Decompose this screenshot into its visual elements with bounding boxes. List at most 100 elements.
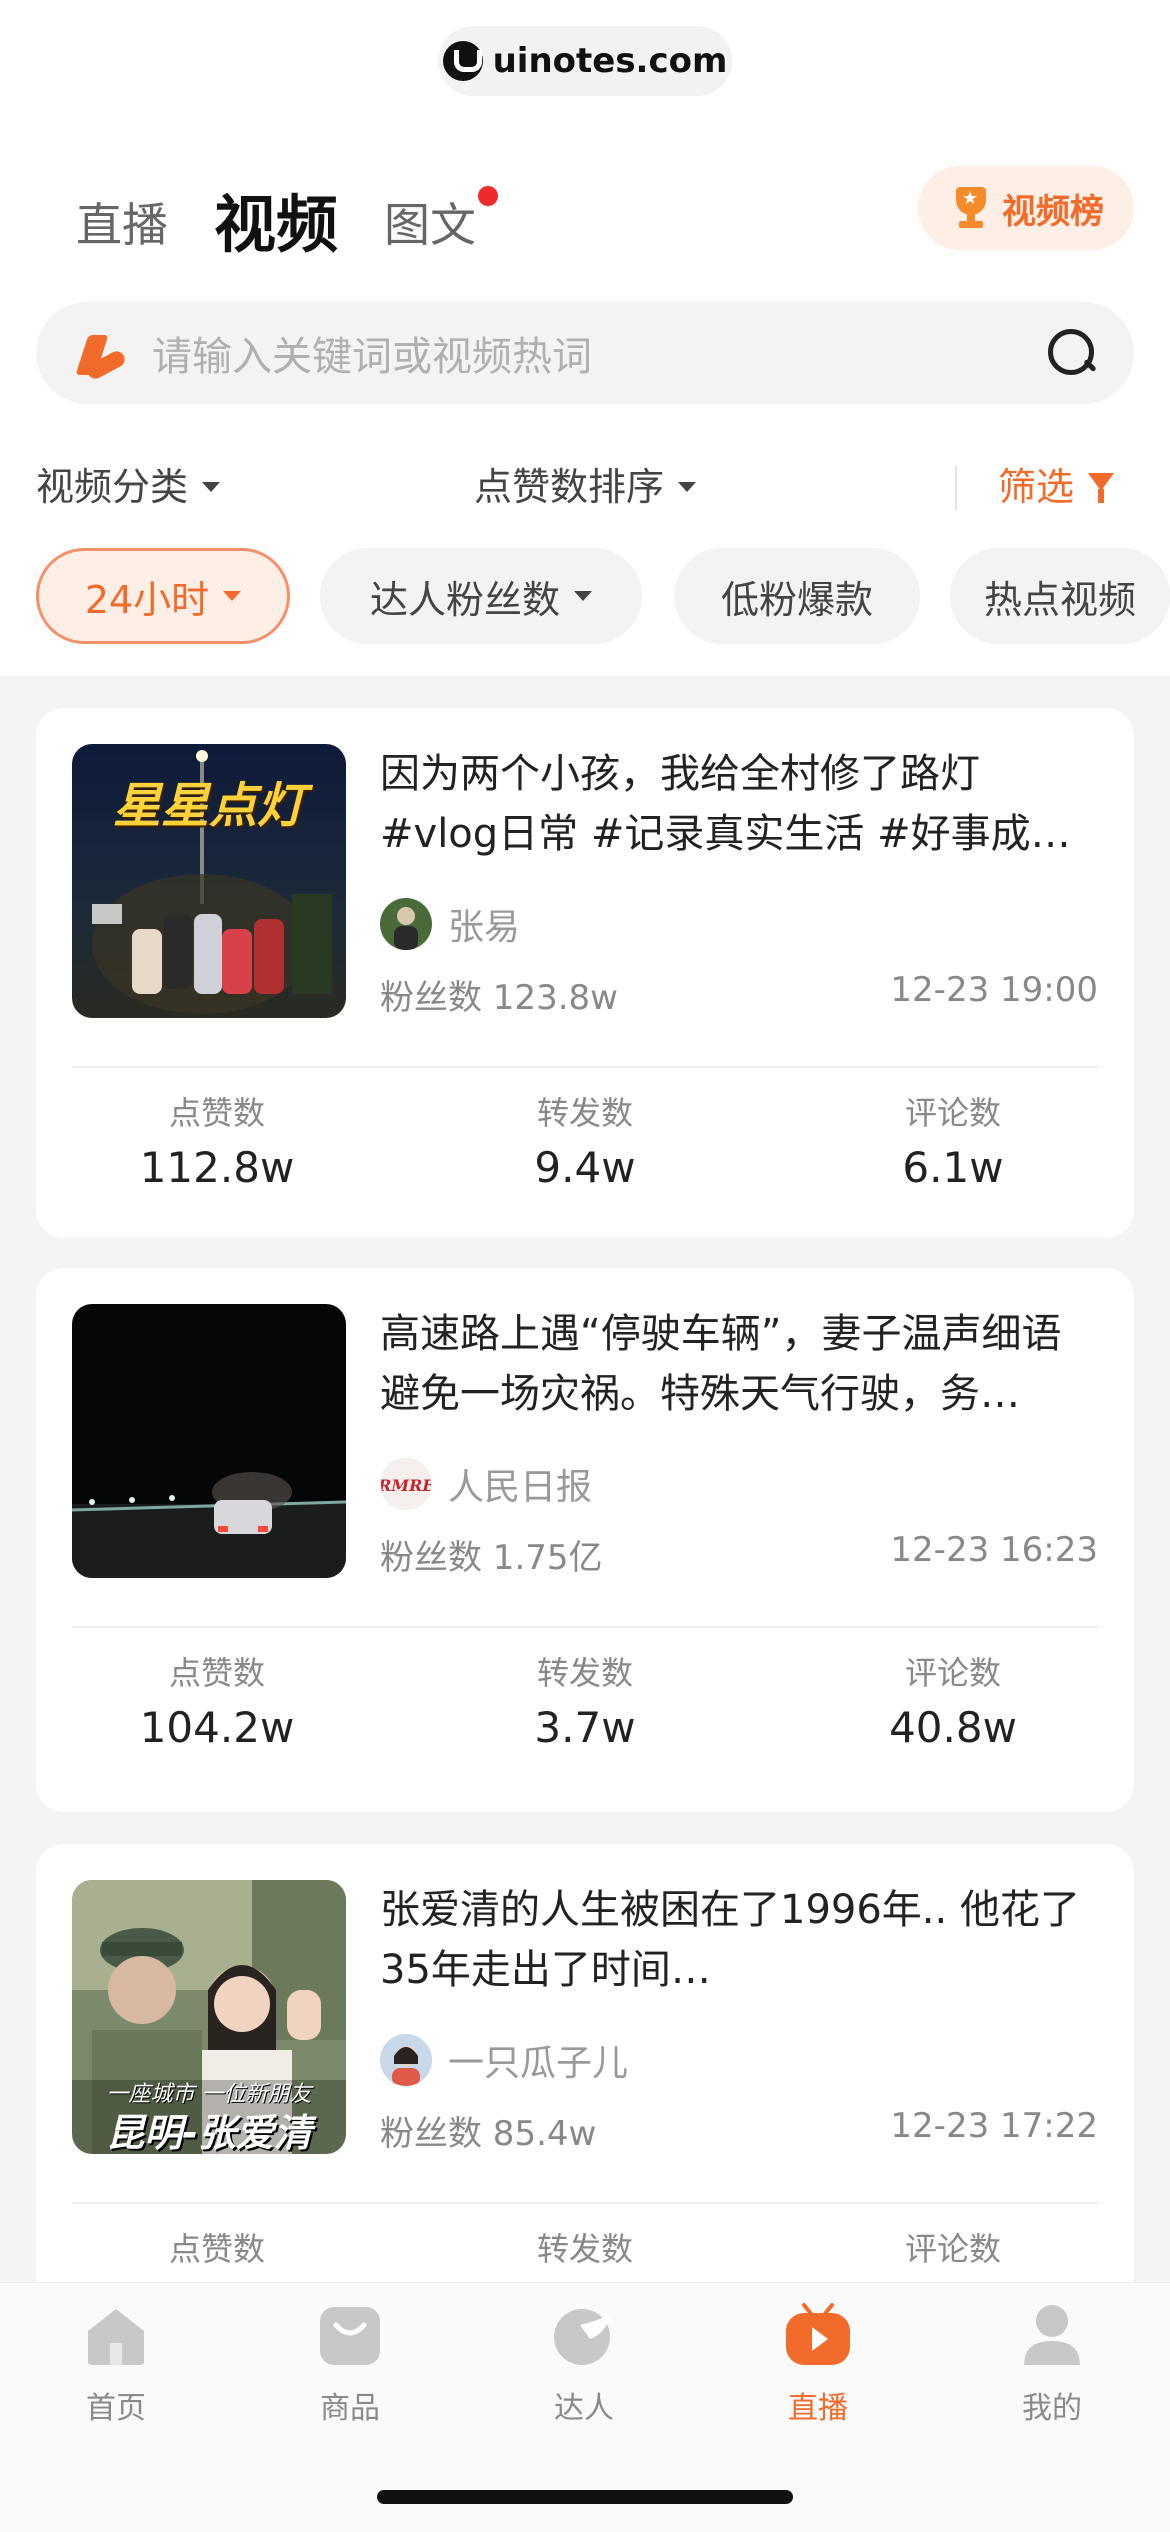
nav-products-label: 商品 <box>320 2391 380 2426</box>
chip-low-fans-hits[interactable]: 低粉爆款 <box>674 548 920 644</box>
avatar <box>380 2034 432 2086</box>
search-input[interactable]: 请输入关键词或视频热词 <box>152 324 1046 382</box>
video-rank-label: 视频榜 <box>1002 191 1104 232</box>
chip-label: 低粉爆款 <box>720 577 873 622</box>
trophy-icon: ★ <box>948 185 994 231</box>
video-card[interactable]: 高速路上遇“停驶车辆”，妻子温声细语避免一场灾祸。特殊天气行驶，务… RMRB … <box>36 1268 1134 1812</box>
home-indicator[interactable] <box>377 2490 793 2504</box>
author-name: 人民日报 <box>448 1467 593 1508</box>
stat-comments: 评论数 6.1w <box>803 1092 1103 1198</box>
tab-video[interactable]: 视频 <box>214 190 338 260</box>
caret-down-icon <box>678 482 697 492</box>
thumbnail-caption: 星星点灯 <box>112 778 305 834</box>
author-name: 张易 <box>448 907 521 948</box>
sort-label: 点赞数排序 <box>474 465 665 509</box>
tab-image-text[interactable]: 图文 <box>384 186 499 260</box>
watermark-text: uinotes.com <box>492 41 728 81</box>
video-thumbnail[interactable] <box>72 1304 346 1578</box>
divider <box>72 2202 1098 2204</box>
home-icon <box>88 2309 144 2365</box>
search-bar[interactable]: 请输入关键词或视频热词 <box>36 302 1134 404</box>
stat-value: 40.8w <box>889 1703 1017 1752</box>
chip-24h[interactable]: 24小时 <box>36 548 290 644</box>
stat-label: 转发数 <box>536 2230 633 2268</box>
author-row[interactable]: 一只瓜子儿 <box>380 2034 628 2086</box>
stat-label: 点赞数 <box>168 1654 265 1692</box>
caret-down-icon <box>202 482 221 492</box>
svg-text:RMRB: RMRB <box>381 1476 432 1495</box>
stat-value: 6.1w <box>902 1143 1004 1192</box>
divider <box>955 466 957 510</box>
publish-time: 12-23 16:23 <box>890 1530 1098 1570</box>
live-tv-icon <box>786 2303 850 2365</box>
avatar <box>380 898 432 950</box>
divider <box>72 1626 1098 1628</box>
uinotes-logo-icon <box>442 41 483 81</box>
search-icon[interactable] <box>1046 327 1098 379</box>
nav-home-label: 首页 <box>86 2391 146 2426</box>
chip-creator-fans[interactable]: 达人粉丝数 <box>320 548 642 644</box>
nav-live-label: 直播 <box>788 2391 848 2426</box>
video-thumbnail-image <box>72 1304 346 1578</box>
nav-me-label: 我的 <box>1022 2391 1082 2426</box>
stat-shares: 转发数 <box>435 2228 735 2274</box>
stat-comments: 评论数 40.8w <box>803 1652 1103 1758</box>
stat-comments: 评论数 <box>803 2228 1103 2274</box>
publish-time: 12-23 19:00 <box>890 970 1098 1010</box>
stat-label: 评论数 <box>904 1654 1001 1692</box>
video-thumbnail[interactable]: 一座城市 一位新朋友 昆明-张爱清 <box>72 1880 346 2154</box>
video-card[interactable]: 星星点灯 因为两个小孩，我给全村修了路灯 #vlog日常 #记录真实生活 #好事… <box>36 708 1134 1238</box>
stat-value: 3.7w <box>534 1703 636 1752</box>
notification-dot <box>478 186 499 206</box>
avatar: RMRB <box>380 1458 432 1510</box>
stat-likes: 点赞数 <box>67 2228 367 2274</box>
chip-label: 达人粉丝数 <box>369 577 560 622</box>
fan-count: 粉丝数 85.4w <box>380 2114 597 2154</box>
author-row[interactable]: 张易 <box>380 898 520 950</box>
chip-hot-videos[interactable]: 热点视频 <box>950 548 1170 644</box>
nav-me[interactable]: 我的 <box>972 2303 1132 2427</box>
video-thumbnail[interactable]: 星星点灯 <box>72 744 346 1018</box>
chip-label: 热点视频 <box>983 577 1136 622</box>
thumbnail-caption-bottom: 昆明-张爱清 <box>106 2111 312 2154</box>
stat-value: 9.4w <box>534 1143 636 1192</box>
category-dropdown[interactable]: 视频分类 <box>36 452 221 522</box>
author-row[interactable]: RMRB 人民日报 <box>380 1458 592 1510</box>
stat-label: 点赞数 <box>168 1094 265 1132</box>
stat-label: 转发数 <box>536 1654 633 1692</box>
nav-live[interactable]: 直播 <box>738 2303 898 2427</box>
nav-creators[interactable]: 达人 <box>504 2303 664 2427</box>
video-title[interactable]: 张爱清的人生被困在了1996年.. 他花了35年走出了时间… <box>380 1880 1100 2000</box>
fan-count: 粉丝数 1.75亿 <box>380 1538 603 1578</box>
stat-value: 104.2w <box>139 1703 295 1752</box>
nav-products[interactable]: 商品 <box>270 2303 430 2427</box>
caret-down-icon <box>574 591 592 601</box>
nav-creators-label: 达人 <box>554 2391 614 2426</box>
video-rank-button[interactable]: ★ 视频榜 <box>918 166 1134 250</box>
nav-home[interactable]: 首页 <box>36 2303 196 2427</box>
sort-dropdown[interactable]: 点赞数排序 <box>474 452 697 522</box>
stat-value: 112.8w <box>139 1143 295 1192</box>
stat-shares: 转发数 3.7w <box>435 1652 735 1758</box>
stat-label: 评论数 <box>904 1094 1001 1132</box>
category-label: 视频分类 <box>36 465 189 509</box>
bag-icon <box>320 2307 380 2365</box>
filter-button[interactable]: 筛选 <box>998 452 1115 522</box>
funnel-icon <box>1088 471 1115 503</box>
author-name: 一只瓜子儿 <box>448 2043 629 2084</box>
filter-label: 筛选 <box>998 465 1075 509</box>
stat-likes: 点赞数 104.2w <box>67 1652 367 1758</box>
chip-label: 24小时 <box>84 577 210 622</box>
video-title[interactable]: 因为两个小孩，我给全村修了路灯 #vlog日常 #记录真实生活 #好事成… <box>380 744 1100 864</box>
publish-time: 12-23 17:22 <box>890 2106 1098 2146</box>
stat-label: 转发数 <box>536 1094 633 1132</box>
stat-label: 点赞数 <box>168 2230 265 2268</box>
content-type-tabs: 直播 视频 图文 <box>76 170 499 260</box>
filter-row: 视频分类 点赞数排序 筛选 <box>0 452 1170 522</box>
video-title[interactable]: 高速路上遇“停驶车辆”，妻子温声细语避免一场灾祸。特殊天气行驶，务… <box>380 1304 1100 1424</box>
brand-logo-icon <box>80 329 128 377</box>
creator-icon <box>554 2309 610 2365</box>
tab-live[interactable]: 直播 <box>76 190 168 260</box>
tab-image-text-label: 图文 <box>384 198 477 252</box>
stat-shares: 转发数 9.4w <box>435 1092 735 1198</box>
